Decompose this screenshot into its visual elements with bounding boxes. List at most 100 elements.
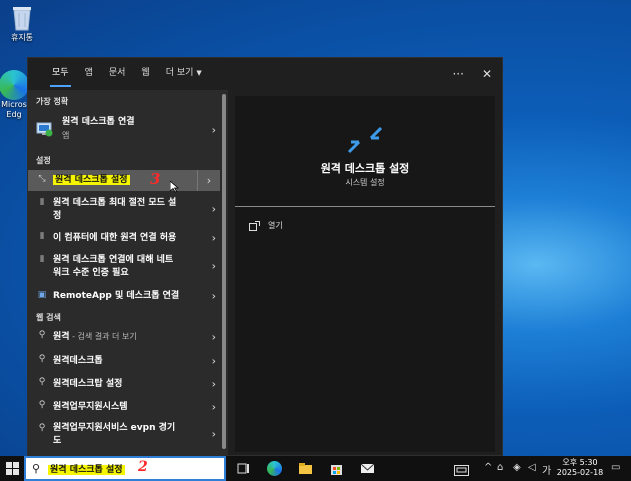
- trash-icon: [13, 7, 31, 31]
- tab-all[interactable]: 모두: [44, 58, 77, 90]
- scrollbar-thumb[interactable]: [222, 94, 226, 449]
- search-icon: ⚲: [38, 400, 46, 410]
- tab-documents[interactable]: 문서: [101, 58, 134, 90]
- search-icon: ⚲: [32, 462, 41, 475]
- settings-item-label-cont: 워크 수준 인증 필요: [53, 268, 129, 278]
- web-item[interactable]: ⚲ 원격데스크탑 설정 ›: [28, 375, 220, 393]
- chevron-right-icon[interactable]: ›: [212, 378, 216, 391]
- volume-muted-icon[interactable]: ◁: [528, 462, 536, 473]
- web-item-more-results[interactable]: ⚲ 원격 - 검색 결과 더 보기 ›: [28, 328, 220, 346]
- section-settings: 설정: [36, 156, 51, 165]
- search-icon: ⚲: [38, 423, 46, 433]
- web-item[interactable]: ⚲ 원격업무지원시스템 ›: [28, 398, 220, 416]
- chevron-right-icon[interactable]: ›: [212, 428, 216, 441]
- settings-item-label: 이 컴퓨터에 대한 원격 연결 허용: [53, 233, 177, 243]
- keyboard-icon[interactable]: [454, 463, 469, 478]
- windows-logo-tile: [6, 469, 12, 475]
- settings-icon: ⫴: [40, 232, 44, 242]
- speaker-icon[interactable]: ◈: [513, 462, 521, 473]
- settings-item-label: RemoteApp 및 데스크톱 연결: [53, 291, 180, 301]
- remote-desktop-settings-icon: [347, 126, 383, 154]
- chevron-right-icon[interactable]: ›: [212, 260, 216, 273]
- settings-item-nla[interactable]: ⫴ 원격 데스크톱 연결에 대해 네트 워크 수준 인증 필요 ›: [28, 252, 220, 280]
- chevron-right-icon[interactable]: ›: [212, 401, 216, 414]
- recycle-bin-label: 휴지통: [10, 33, 34, 42]
- results-scrollbar[interactable]: [220, 90, 228, 457]
- web-item[interactable]: ⚲ 원격업무지원서비스 evpn 경기 도 ›: [28, 420, 220, 448]
- web-item-label: 원격데스크탑 설정: [53, 379, 123, 389]
- web-item[interactable]: ⚲ 원격데스크톱 ›: [28, 352, 220, 370]
- web-item-label: 원격업무지원시스템: [53, 402, 128, 412]
- remote-desktop-connection-icon: [36, 122, 53, 137]
- mouse-cursor-icon: [170, 181, 179, 193]
- settings-item-allow-remote[interactable]: ⫴ 이 컴퓨터에 대한 원격 연결 허용 ›: [28, 229, 220, 247]
- notification-icon[interactable]: ▭: [611, 462, 620, 473]
- settings-item-remoteapp[interactable]: ▣ RemoteApp 및 데스크톱 연결 ›: [28, 287, 220, 305]
- settings-item-label: 원격 데스크톱 연결에 대해 네트: [53, 255, 174, 265]
- taskbar-search-input[interactable]: ⚲ 원격 데스크톱 설정 2: [24, 456, 226, 481]
- store-icon[interactable]: [329, 461, 344, 476]
- search-icon: ⚲: [38, 377, 46, 387]
- clock[interactable]: 오후 5:30 2025-02-18: [556, 458, 604, 478]
- chevron-right-icon[interactable]: ›: [212, 203, 216, 216]
- more-options-button[interactable]: ···: [452, 67, 463, 81]
- remote-settings-icon: ⤡: [38, 174, 46, 184]
- settings-item-hibernate[interactable]: ⫴ 원격 데스크톱 최대 절전 모드 설 정 ›: [28, 195, 220, 223]
- chevron-up-icon[interactable]: ^: [484, 462, 492, 473]
- clock-date: 2025-02-18: [556, 468, 604, 477]
- detail-divider: [235, 206, 495, 207]
- file-explorer-icon[interactable]: [298, 461, 313, 476]
- best-match-subtitle: 앱: [62, 131, 70, 140]
- annotation-two: 2: [138, 459, 148, 475]
- edge-icon[interactable]: [267, 461, 282, 476]
- mail-icon[interactable]: [360, 461, 375, 476]
- search-value: 원격 데스크톱 설정: [48, 465, 125, 475]
- detail-pane: 원격 데스크톱 설정 시스템 설정 열기: [235, 96, 495, 452]
- best-match-item[interactable]: 원격 데스크톱 연결 앱 ›: [28, 112, 220, 148]
- windows-logo-tile: [13, 469, 19, 475]
- section-best-match: 가장 정확: [36, 97, 69, 106]
- tab-web[interactable]: 웹: [133, 58, 157, 90]
- settings-icon: ⫴: [40, 198, 44, 208]
- detail-title: 원격 데스크톱 설정: [320, 162, 410, 175]
- settings-item-label-cont: 정: [53, 211, 62, 221]
- web-item-label: 원격데스크톱: [53, 356, 103, 366]
- ime-indicator[interactable]: 가: [542, 462, 551, 477]
- edge-icon: [0, 70, 29, 100]
- taskbar: ⚲ 원격 데스크톱 설정 2 ^ ⌂ ◈ ◁ 가 오후 5:30 2025-02…: [0, 456, 631, 481]
- recycle-bin-icon[interactable]: 휴지통: [0, 4, 44, 43]
- chevron-right-icon[interactable]: ›: [212, 331, 216, 344]
- chevron-right-icon[interactable]: ›: [197, 170, 220, 191]
- windows-logo-tile: [6, 462, 12, 468]
- best-match-title: 원격 데스크톱 연결: [62, 117, 135, 127]
- open-external-icon: [249, 220, 260, 231]
- chevron-right-icon[interactable]: ›: [212, 232, 216, 245]
- chevron-right-icon[interactable]: ›: [212, 355, 216, 368]
- settings-item-label: 원격 데스크톱 최대 절전 모드 설: [53, 198, 177, 208]
- windows-logo-tile: [13, 462, 19, 468]
- tab-more-label: 더 보기: [165, 68, 194, 78]
- annotation-three: 3: [150, 170, 161, 188]
- edge-label-line2: Edg: [6, 110, 22, 119]
- chevron-right-icon[interactable]: ›: [212, 290, 216, 303]
- search-panel: 모두 앱 문서 웹 더 보기 ▼ ··· ✕ 가장 정확 원격 데스크톱 연결 앱…: [27, 57, 504, 457]
- search-tabs: 모두 앱 문서 웹 더 보기 ▼: [28, 58, 504, 90]
- settings-item-remote-desktop[interactable]: ⤡ 원격 데스크톱 설정 ›: [28, 170, 220, 191]
- network-icon[interactable]: ⌂: [497, 462, 503, 473]
- search-icon: ⚲: [38, 330, 46, 340]
- close-button[interactable]: ✕: [482, 67, 492, 81]
- chevron-down-icon: ▼: [196, 69, 202, 77]
- web-item-label: 원격: [53, 332, 70, 342]
- web-item-label-cont: 도: [53, 436, 62, 446]
- clock-time: 오후 5:30: [562, 458, 598, 467]
- search-icon: ⚲: [38, 354, 46, 364]
- chevron-right-icon[interactable]: ›: [212, 124, 216, 137]
- tab-apps[interactable]: 앱: [77, 58, 101, 90]
- section-web-search: 웹 검색: [36, 313, 61, 322]
- tab-more[interactable]: 더 보기 ▼: [158, 58, 210, 90]
- open-action[interactable]: 열기: [249, 220, 283, 231]
- windows-start-button[interactable]: [6, 462, 19, 475]
- task-view-icon[interactable]: [236, 461, 251, 476]
- web-item-sub: - 검색 결과 더 보기: [69, 332, 137, 341]
- web-item-label: 원격업무지원서비스 evpn 경기: [53, 423, 176, 433]
